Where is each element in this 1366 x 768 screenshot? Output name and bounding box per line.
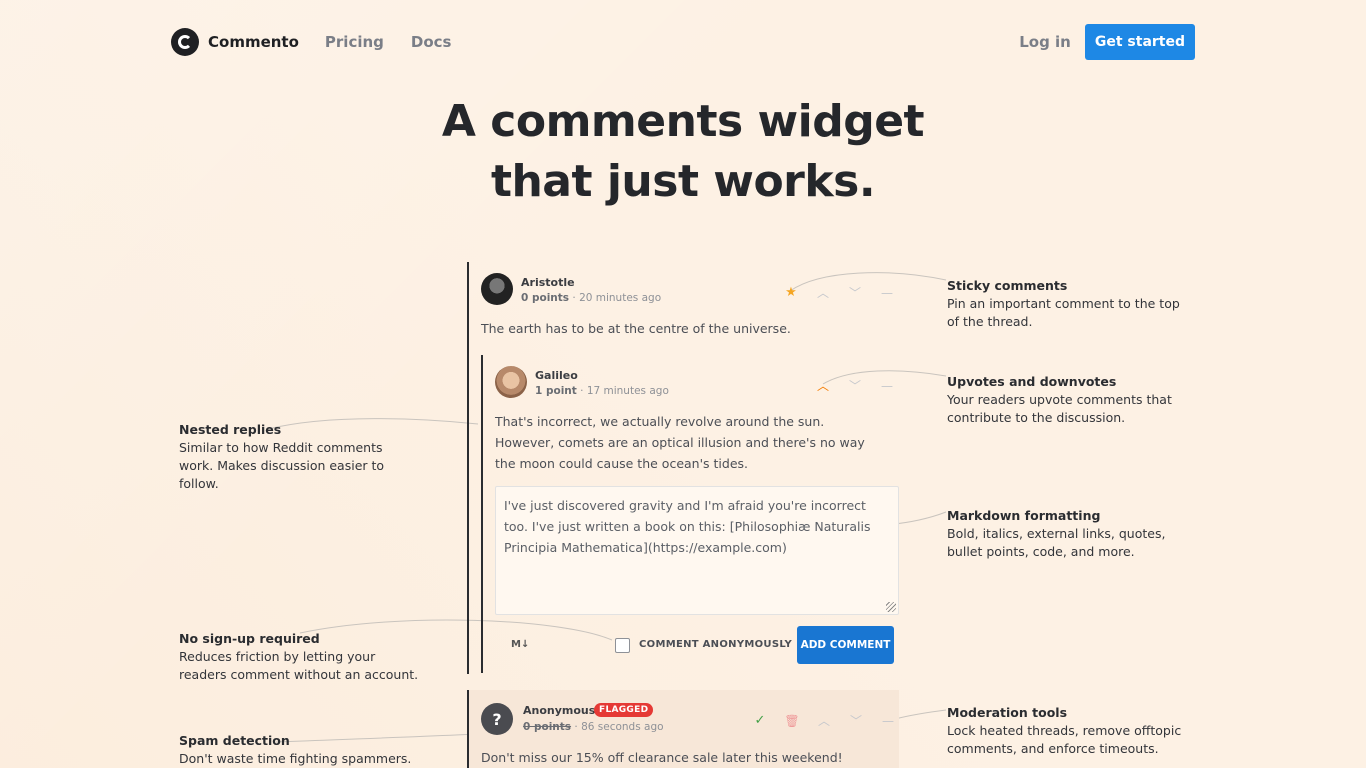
- feature-description: Don't waste time fighting spammers.: [179, 751, 412, 766]
- chevron-down-icon[interactable]: ﹀: [847, 377, 863, 394]
- chevron-up-icon[interactable]: ︿: [815, 284, 831, 301]
- hero-line-1: A comments widget: [441, 96, 925, 147]
- nav-link-docs[interactable]: Docs: [411, 33, 452, 51]
- comment-points: 0 points: [521, 292, 570, 304]
- comment-author: Aristotle: [521, 276, 575, 289]
- login-link[interactable]: Log in: [1019, 33, 1071, 51]
- comment-body: That's incorrect, we actually revolve ar…: [495, 414, 865, 471]
- feature-description: Pin an important comment to the top of t…: [947, 296, 1180, 329]
- chevron-up-icon[interactable]: ︿: [816, 712, 832, 729]
- feature-title: No sign-up required: [179, 631, 320, 646]
- feature-votes: Upvotes and downvotes Your readers upvot…: [947, 373, 1187, 427]
- feature-description: Your readers upvote comments that contri…: [947, 392, 1172, 425]
- comment-meta: 0 points · 86 seconds ago: [523, 721, 664, 733]
- anonymous-checkbox-label[interactable]: COMMENT ANONYMOUSLY: [639, 639, 792, 650]
- flagged-badge: FLAGGED: [594, 703, 654, 717]
- get-started-button[interactable]: Get started: [1084, 24, 1195, 60]
- feature-nested-replies: Nested replies Similar to how Reddit com…: [179, 421, 419, 493]
- anonymous-checkbox[interactable]: [615, 638, 630, 653]
- moderation-actions: ✓ 🗑 ︿ ﹀ —: [752, 712, 896, 729]
- feature-title: Sticky comments: [947, 278, 1068, 293]
- feature-title: Moderation tools: [947, 705, 1068, 720]
- chevron-down-icon[interactable]: ﹀: [848, 712, 864, 729]
- brand-name: Commento: [208, 33, 299, 51]
- anonymous-avatar-icon: ?: [481, 703, 513, 735]
- comment-time: 17 minutes ago: [586, 385, 669, 397]
- comment-points: 1 point: [535, 385, 577, 397]
- resize-handle-icon[interactable]: [886, 602, 896, 612]
- feature-title: Upvotes and downvotes: [947, 374, 1117, 389]
- feature-sticky-comments: Sticky comments Pin an important comment…: [947, 277, 1187, 331]
- comment-author: Anonymous: [523, 704, 596, 717]
- comment-time: 20 minutes ago: [579, 292, 662, 304]
- avatar-galileo: [495, 366, 527, 398]
- reply-textarea[interactable]: I've just discovered gravity and I'm afr…: [495, 486, 899, 615]
- add-comment-button[interactable]: ADD COMMENT: [797, 626, 894, 664]
- feature-title: Nested replies: [179, 422, 282, 437]
- checkmark-icon[interactable]: ✓: [752, 713, 768, 728]
- comment-meta: 0 points · 20 minutes ago: [521, 292, 662, 304]
- nav-link-pricing[interactable]: Pricing: [325, 33, 384, 51]
- chevron-down-icon[interactable]: ﹀: [847, 284, 863, 301]
- collapse-icon[interactable]: —: [879, 379, 895, 393]
- thread-line: [467, 262, 469, 674]
- markdown-help-icon[interactable]: M↓: [511, 639, 529, 650]
- trash-icon[interactable]: 🗑: [784, 714, 800, 728]
- feature-spam-detection: Spam detection Don't waste time fighting…: [179, 732, 419, 768]
- feature-description: Reduces friction by letting your readers…: [179, 649, 419, 682]
- comment-author: Galileo: [535, 369, 578, 382]
- commento-logo-icon: [171, 28, 199, 56]
- comment-actions: ︿ ﹀ —: [815, 377, 895, 394]
- hero-line-2: that just works.: [490, 156, 876, 207]
- feature-title: Spam detection: [179, 733, 290, 748]
- chevron-up-icon[interactable]: ︿: [815, 377, 831, 394]
- collapse-icon[interactable]: —: [879, 286, 895, 300]
- top-navigation: Commento Pricing Docs Log in Get started: [171, 24, 1195, 60]
- feature-description: Similar to how Reddit comments work. Mak…: [179, 440, 385, 491]
- comment-actions: ★ ︿ ﹀ —: [783, 284, 895, 301]
- comment-points: 0 points: [523, 721, 572, 733]
- feature-markdown: Markdown formatting Bold, italics, exter…: [947, 507, 1192, 561]
- comment-body: Don't miss our 15% off clearance sale la…: [481, 750, 843, 765]
- feature-title: Markdown formatting: [947, 508, 1101, 523]
- avatar-aristotle: [481, 273, 513, 305]
- comment-time: 86 seconds ago: [581, 721, 664, 733]
- feature-no-signup: No sign-up required Reduces friction by …: [179, 630, 419, 684]
- brand-logo[interactable]: Commento: [171, 28, 299, 56]
- comment-meta: 1 point · 17 minutes ago: [535, 385, 669, 397]
- collapse-icon[interactable]: —: [880, 714, 896, 728]
- feature-moderation: Moderation tools Lock heated threads, re…: [947, 704, 1187, 758]
- star-icon[interactable]: ★: [783, 285, 799, 300]
- feature-description: Lock heated threads, remove offtopic com…: [947, 723, 1182, 756]
- reply-text: I've just discovered gravity and I'm afr…: [504, 498, 871, 555]
- comment-body: The earth has to be at the centre of the…: [481, 321, 791, 336]
- nested-thread-line: [481, 355, 483, 673]
- feature-description: Bold, italics, external links, quotes, b…: [947, 526, 1166, 559]
- hero-title: A comments widget that just works.: [0, 92, 1366, 212]
